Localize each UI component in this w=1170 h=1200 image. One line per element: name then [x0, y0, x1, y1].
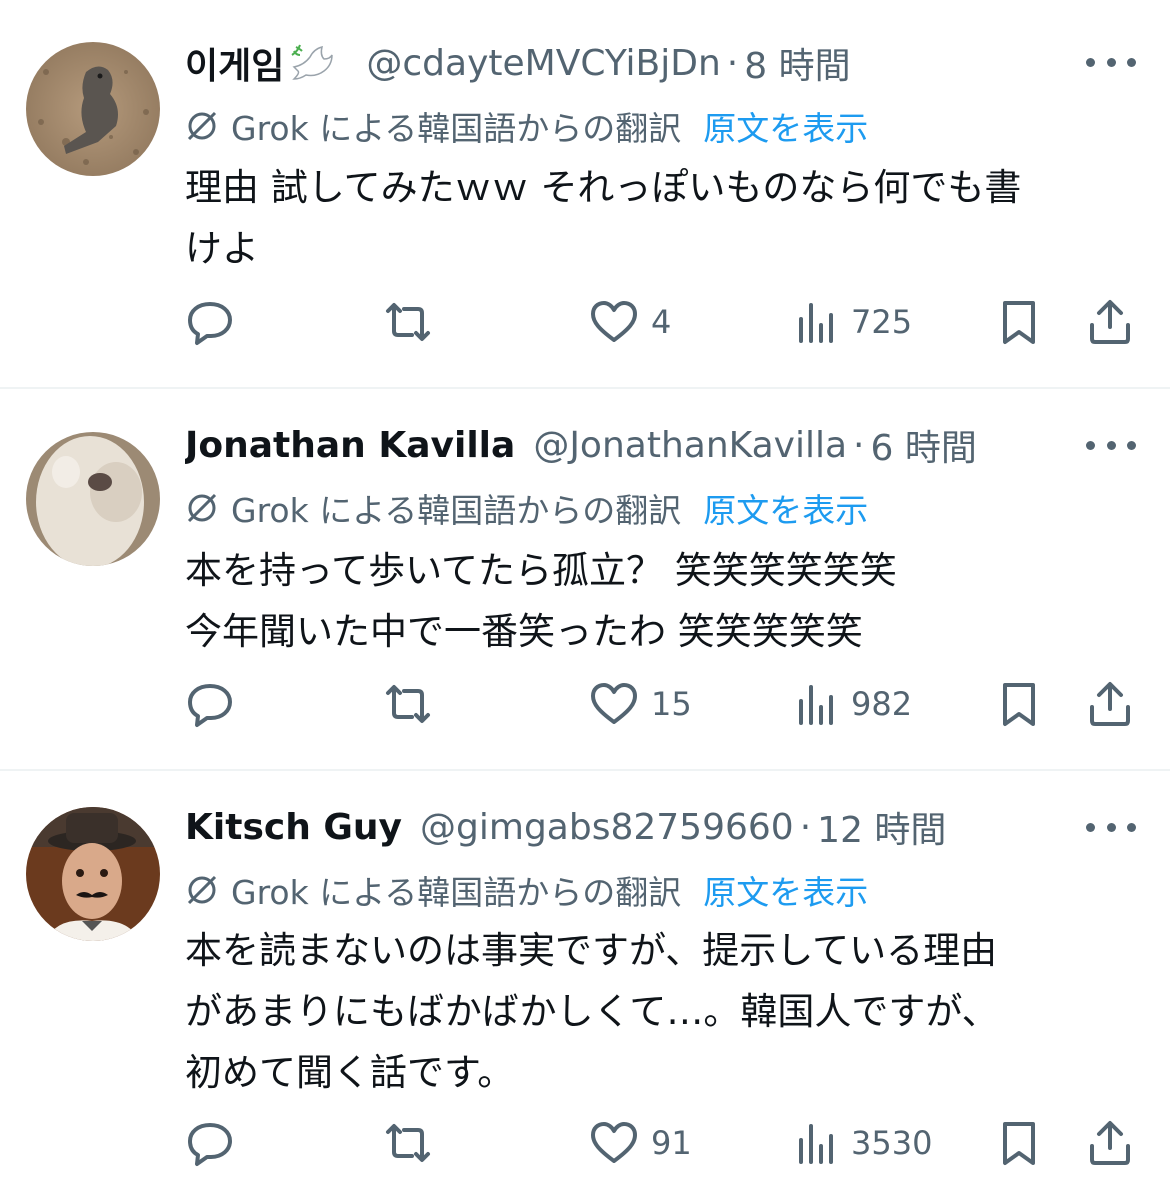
tweet-text: 理由 試してみたｗｗ それっぽいものなら何でも書 けよ	[185, 157, 1140, 279]
views-button[interactable]: 725	[795, 292, 912, 352]
tweet-text-line: 本を持って歩いてたら孤立？ 笑笑笑笑笑笑	[185, 549, 897, 592]
bookmark-icon	[1003, 301, 1035, 344]
translation-notice: Grok による韓国語からの翻訳 原文を表示	[185, 103, 868, 149]
show-original-link[interactable]: 原文を表示	[703, 102, 868, 150]
share-button[interactable]	[1085, 1113, 1135, 1173]
views-button[interactable]: 982	[795, 674, 912, 734]
translation-notice: Grok による韓国語からの翻訳 原文を表示	[185, 485, 868, 531]
tweet-text: 本を持って歩いてたら孤立？ 笑笑笑笑笑笑 今年聞いた中で一番笑ったわ 笑笑笑笑笑	[185, 540, 1140, 662]
share-button[interactable]	[1085, 674, 1135, 734]
share-button[interactable]	[1085, 292, 1135, 352]
share-icon	[1090, 682, 1130, 726]
timestamp[interactable]: 6 時間	[871, 420, 977, 470]
share-icon	[1090, 300, 1130, 344]
views-icon	[799, 303, 833, 343]
more-options-icon[interactable]	[1086, 430, 1136, 460]
grok-icon	[185, 491, 219, 525]
heart-icon	[591, 1122, 637, 1163]
translation-notice: Grok による韓国語からの翻訳 原文を表示	[185, 867, 868, 913]
reply-button[interactable]	[185, 674, 235, 734]
retweet-icon	[386, 1124, 430, 1162]
tweet[interactable]: Kitsch Guy @gimgabs82759660 · 12 時間 Grok…	[0, 771, 1170, 1200]
action-bar: 91 3530	[185, 1113, 1140, 1173]
like-button[interactable]: 15	[589, 674, 692, 734]
view-count: 725	[851, 303, 913, 341]
reply-button[interactable]	[185, 1113, 235, 1173]
like-button[interactable]: 4	[589, 292, 671, 352]
tweet-text-line: があまりにもばかばかしくて…。韓国人ですが、	[185, 990, 999, 1033]
like-count: 4	[651, 303, 672, 341]
retweet-icon	[386, 685, 430, 723]
handle[interactable]: @JonathanKavilla	[533, 425, 847, 466]
avatar[interactable]	[26, 807, 160, 941]
retweet-button[interactable]	[380, 1113, 436, 1173]
views-icon	[799, 1124, 833, 1164]
tweet[interactable]: 이게임 @cdayteMVCYiBjDn · 8 時間 Grok による韓国語か…	[0, 0, 1170, 389]
retweet-icon	[386, 303, 430, 341]
display-name[interactable]: Kitsch Guy	[185, 807, 402, 848]
avatar[interactable]	[26, 42, 160, 176]
bookmark-button[interactable]	[997, 674, 1041, 734]
bookmark-button[interactable]	[997, 1113, 1041, 1173]
retweet-button[interactable]	[380, 292, 436, 352]
reply-button[interactable]	[185, 292, 235, 352]
handle[interactable]: @cdayteMVCYiBjDn	[366, 43, 720, 84]
display-name[interactable]: 이게임	[185, 38, 284, 88]
view-count: 982	[851, 685, 913, 723]
like-button[interactable]: 91	[589, 1113, 692, 1173]
timestamp[interactable]: 12 時間	[817, 802, 946, 852]
show-original-link[interactable]: 原文を表示	[703, 484, 868, 532]
timestamp[interactable]: 8 時間	[744, 38, 850, 88]
reply-feed: 이게임 @cdayteMVCYiBjDn · 8 時間 Grok による韓国語か…	[0, 0, 1170, 1200]
like-count: 15	[651, 685, 692, 723]
views-icon	[799, 685, 833, 725]
grok-icon	[185, 109, 219, 143]
avatar[interactable]	[26, 432, 160, 566]
share-icon	[1090, 1121, 1130, 1165]
tweet[interactable]: Jonathan Kavilla @JonathanKavilla · 6 時間…	[0, 389, 1170, 771]
dove-icon	[290, 43, 334, 83]
view-count: 3530	[851, 1124, 933, 1162]
display-name[interactable]: Jonathan Kavilla	[185, 425, 515, 466]
separator-dot: ·	[726, 42, 739, 84]
show-original-link[interactable]: 原文を表示	[703, 866, 868, 914]
bookmark-icon	[1003, 1122, 1035, 1165]
heart-icon	[591, 301, 637, 342]
tweet-text-line: 理由 試してみたｗｗ それっぽいものなら何でも書	[185, 166, 1022, 209]
bookmark-icon	[1003, 683, 1035, 726]
more-options-icon[interactable]	[1086, 47, 1136, 77]
tweet-text-line: 今年聞いた中で一番笑ったわ 笑笑笑笑笑	[185, 610, 863, 653]
handle[interactable]: @gimgabs82759660	[420, 807, 794, 848]
tweet-text-line: 初めて聞く話です。	[185, 1051, 515, 1094]
translation-label: Grok による韓国語からの翻訳	[231, 873, 682, 912]
reply-icon	[188, 302, 232, 345]
retweet-button[interactable]	[380, 674, 436, 734]
tweet-header: Kitsch Guy @gimgabs82759660 · 12 時間	[185, 802, 1060, 852]
separator-dot: ·	[853, 424, 865, 466]
more-options-icon[interactable]	[1086, 812, 1136, 842]
reply-icon	[188, 1123, 232, 1166]
heart-icon	[591, 683, 637, 724]
tweet-text: 本を読まないのは事実ですが、提示している理由 があまりにもばかばかしくて…。韓国…	[185, 920, 1140, 1103]
tweet-text-line: 本を読まないのは事実ですが、提示している理由	[185, 929, 998, 972]
reply-icon	[188, 684, 232, 727]
tweet-text-line: けよ	[185, 227, 259, 270]
grok-icon	[185, 873, 219, 907]
tweet-header: 이게임 @cdayteMVCYiBjDn · 8 時間	[185, 38, 1060, 88]
action-bar: 4 725	[185, 292, 1140, 352]
translation-label: Grok による韓国語からの翻訳	[231, 491, 682, 530]
action-bar: 15 982	[185, 674, 1140, 734]
like-count: 91	[651, 1124, 692, 1162]
bookmark-button[interactable]	[997, 292, 1041, 352]
separator-dot: ·	[799, 806, 812, 848]
views-button[interactable]: 3530	[795, 1113, 932, 1173]
tweet-header: Jonathan Kavilla @JonathanKavilla · 6 時間	[185, 420, 1060, 470]
translation-label: Grok による韓国語からの翻訳	[231, 109, 682, 148]
